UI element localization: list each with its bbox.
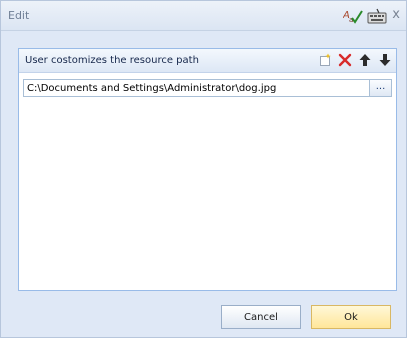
move-up-icon[interactable] [358,53,372,67]
path-input[interactable] [23,79,370,97]
dialog-footer: Cancel Ok [1,290,406,337]
cancel-button[interactable]: Cancel [221,305,301,329]
browse-button[interactable]: ... [370,79,392,97]
spell-check-icon[interactable]: A a [343,7,363,25]
ok-button[interactable]: Ok [311,305,391,329]
path-row: ... [23,79,392,97]
resource-path-panel: User costomizes the resource path C:\Doc… [18,48,397,291]
panel-header: User costomizes the resource path [19,49,396,73]
title-bar[interactable]: Edit A a x [1,1,406,31]
panel-title: User costomizes the resource path [25,55,199,66]
new-row-icon[interactable] [318,53,332,67]
dialog-body: User costomizes the resource path C:\Doc… [1,32,406,291]
move-down-icon[interactable] [378,53,392,67]
delete-icon[interactable] [338,53,352,67]
keyboard-icon[interactable] [367,7,387,25]
window-title: Edit [8,9,30,22]
panel-toolbar [318,53,392,67]
edit-dialog: Edit A a x User costomizes the resource … [0,0,407,338]
close-icon[interactable]: x [392,7,400,22]
